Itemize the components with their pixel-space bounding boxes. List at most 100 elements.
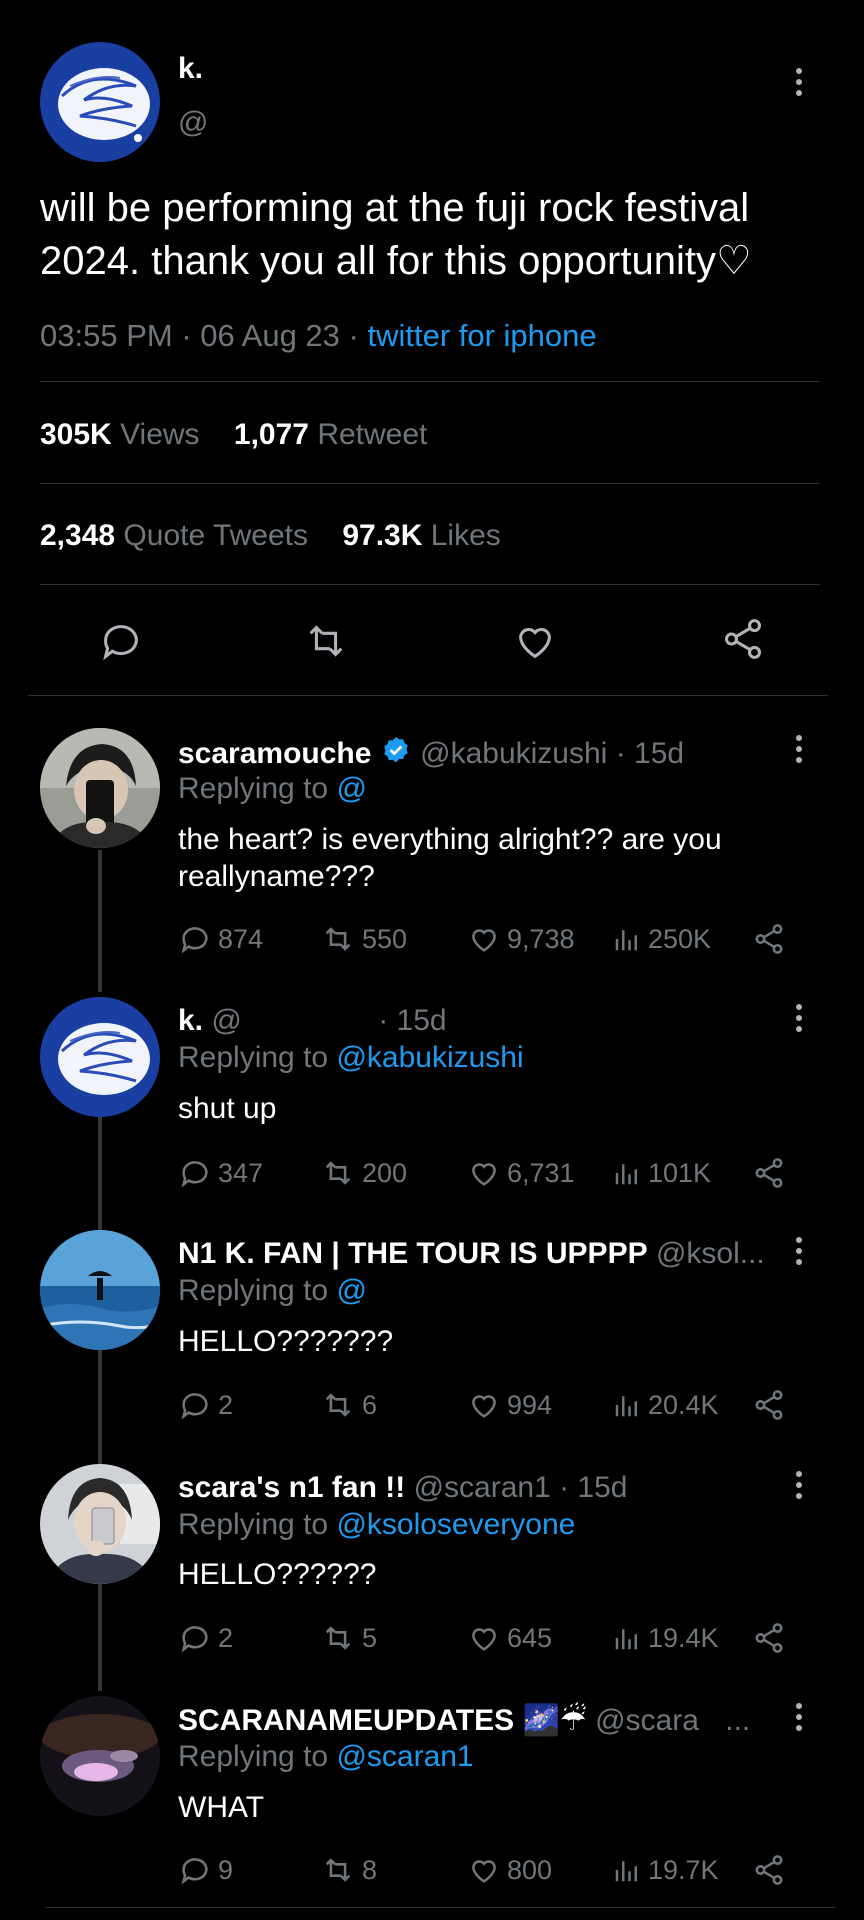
tweet-date: 06 Aug 23 xyxy=(200,318,340,353)
tweet-source[interactable]: twitter for iphone xyxy=(367,318,596,353)
more-icon[interactable] xyxy=(795,1004,803,1032)
reply-like-button[interactable]: 6,731 xyxy=(467,1156,575,1190)
divider xyxy=(40,584,820,585)
like-icon[interactable] xyxy=(512,618,558,664)
like-icon xyxy=(472,1860,496,1883)
reply-like-button[interactable]: 994 xyxy=(467,1388,552,1422)
reply-avatar[interactable] xyxy=(40,997,160,1117)
retweets-stat[interactable]: 1,077 Retweet xyxy=(234,418,427,451)
replying-to-handle[interactable]: @ xyxy=(336,772,366,805)
reply-author-handle[interactable]: @kabukizushi xyxy=(420,737,607,770)
reply-comment-button[interactable]: 874 xyxy=(178,922,263,956)
reply-text: WHAT xyxy=(178,1791,265,1824)
thread-line xyxy=(98,850,102,992)
reply-views-button[interactable]: 19.4K xyxy=(612,1621,719,1655)
reply-like-button[interactable]: 9,738 xyxy=(467,922,575,956)
share-icon[interactable] xyxy=(752,1156,786,1190)
reply-author-name[interactable]: SCARANAMEUPDATES 🌌☔ xyxy=(178,1704,587,1737)
reply-time: · 15d xyxy=(378,1004,447,1037)
author-avatar[interactable] xyxy=(40,42,160,162)
reply-views-button[interactable]: 19.7K xyxy=(612,1853,719,1887)
reply-views-button[interactable]: 250K xyxy=(612,922,711,956)
reply-text: HELLO??????? xyxy=(178,1325,394,1358)
views-icon xyxy=(615,930,637,951)
reply-author-name[interactable]: N1 K. FAN | THE TOUR IS UPPPP xyxy=(178,1237,648,1270)
replying-to-line: Replying to @ xyxy=(178,772,367,805)
more-icon[interactable] xyxy=(795,68,803,96)
views-icon xyxy=(615,1629,637,1650)
replying-to-handle[interactable]: @ xyxy=(336,1274,366,1307)
more-icon[interactable] xyxy=(795,1237,803,1265)
tweet-meta: 03:55 PM · 06 Aug 23 · twitter for iphon… xyxy=(40,318,597,353)
reply-author-name[interactable]: scara's n1 fan !! xyxy=(178,1471,405,1504)
retweet-icon[interactable] xyxy=(302,618,350,664)
thread-line xyxy=(98,1581,102,1691)
replying-to-handle[interactable]: @ksoloseveryone xyxy=(336,1508,575,1541)
reply-avatar[interactable] xyxy=(40,1464,160,1584)
reply-icon xyxy=(181,1626,208,1653)
reply-text: HELLO?????? xyxy=(178,1558,377,1591)
likes-stat[interactable]: 97.3K Likes xyxy=(342,519,500,552)
replying-to-handle[interactable]: @kabukizushi xyxy=(336,1041,523,1074)
replying-to-line: Replying to @scaran1 xyxy=(178,1740,474,1773)
more-icon[interactable] xyxy=(795,735,803,763)
stats-row-1: 305K Views 1,077 Retweet xyxy=(40,418,427,452)
reply-text: the heart? is everything alright?? are y… xyxy=(178,823,722,893)
reply-author-handle[interactable]: @scara xyxy=(595,1704,699,1737)
reply-author-name[interactable]: k. xyxy=(178,1004,203,1037)
views-icon xyxy=(615,1861,637,1882)
reply-views-button[interactable]: 101K xyxy=(612,1156,711,1190)
reply-avatar[interactable] xyxy=(40,1230,160,1350)
reply-icon[interactable] xyxy=(98,618,144,664)
reply-views-button[interactable]: 20.4K xyxy=(612,1388,719,1422)
reply-time: ... xyxy=(725,1704,751,1737)
replying-to-handle[interactable]: @scaran1 xyxy=(336,1740,473,1773)
share-icon[interactable] xyxy=(752,1388,786,1422)
share-icon[interactable] xyxy=(752,1853,786,1887)
reply-retweet-button[interactable]: 200 xyxy=(320,1156,407,1190)
divider xyxy=(46,1907,836,1908)
author-handle[interactable]: @ xyxy=(178,106,208,140)
share-icon[interactable] xyxy=(720,616,766,662)
more-icon[interactable] xyxy=(795,1703,803,1731)
share-icon[interactable] xyxy=(752,922,786,956)
reply-like-button[interactable]: 800 xyxy=(467,1853,552,1887)
share-icon[interactable] xyxy=(752,1621,786,1655)
reply-icon xyxy=(181,1858,208,1885)
reply-comment-button[interactable]: 347 xyxy=(178,1156,263,1190)
reply-retweet-button[interactable]: 5 xyxy=(320,1621,377,1655)
tweet-time: 03:55 PM xyxy=(40,318,173,353)
more-icon[interactable] xyxy=(795,1471,803,1499)
divider xyxy=(40,483,820,484)
thread-line xyxy=(98,1113,102,1233)
reply-like-button[interactable]: 645 xyxy=(467,1621,552,1655)
like-icon xyxy=(472,929,496,952)
reply-author-handle[interactable]: @ xyxy=(211,1004,241,1037)
divider xyxy=(40,381,820,382)
reply-avatar[interactable] xyxy=(40,1696,160,1816)
like-icon xyxy=(472,1395,496,1418)
like-icon xyxy=(472,1163,496,1186)
reply-author-handle[interactable]: @ksol... xyxy=(656,1237,765,1270)
reply-author-handle[interactable]: @scaran1 xyxy=(414,1471,551,1504)
quotes-stat[interactable]: 2,348 Quote Tweets xyxy=(40,519,308,552)
reply-icon xyxy=(181,1161,208,1188)
reply-retweet-button[interactable]: 8 xyxy=(320,1853,377,1887)
reply-header: scaramouche @kabukizushi · 15d xyxy=(178,735,684,771)
replying-to-line: Replying to @kabukizushi xyxy=(178,1041,524,1074)
like-icon xyxy=(472,1628,496,1651)
reply-comment-button[interactable]: 2 xyxy=(178,1388,233,1422)
verified-icon xyxy=(384,737,408,763)
retweet-icon xyxy=(325,1858,351,1882)
reply-retweet-button[interactable]: 6 xyxy=(320,1388,377,1422)
reply-avatar[interactable] xyxy=(40,728,160,848)
reply-time: · 15d xyxy=(559,1471,628,1504)
reply-comment-button[interactable]: 2 xyxy=(178,1621,233,1655)
reply-header: N1 K. FAN | THE TOUR IS UPPPP @ksol... xyxy=(178,1237,765,1271)
author-name[interactable]: k. xyxy=(178,52,203,86)
reply-retweet-button[interactable]: 550 xyxy=(320,922,407,956)
reply-time: · 15d xyxy=(615,737,685,770)
views-stat[interactable]: 305K Views xyxy=(40,418,200,451)
reply-comment-button[interactable]: 9 xyxy=(178,1853,233,1887)
reply-author-name[interactable]: scaramouche xyxy=(178,737,371,770)
